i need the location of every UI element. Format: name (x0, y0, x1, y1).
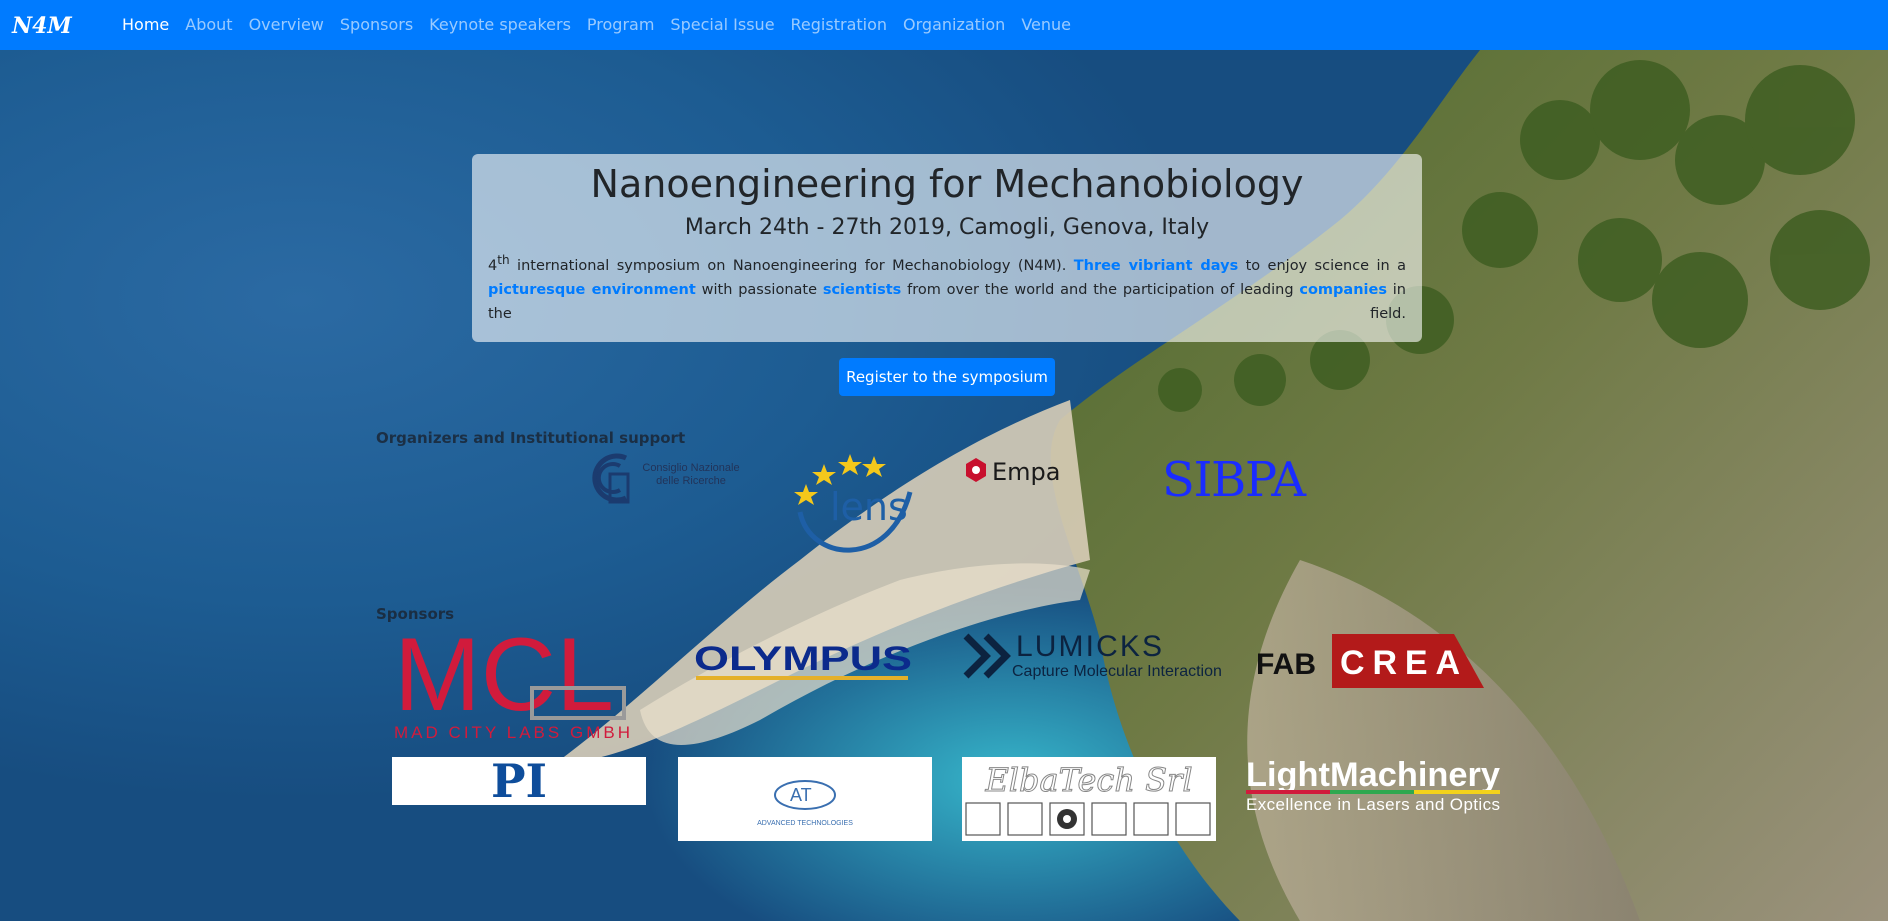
svg-text:ADVANCED TECHNOLOGIES: ADVANCED TECHNOLOGIES (757, 820, 853, 827)
event-description: 4th international symposium on Nanoengin… (488, 248, 1406, 326)
nav-item-organization[interactable]: Organization (895, 3, 1013, 47)
svg-text:ElbaTech Srl: ElbaTech Srl (984, 761, 1192, 799)
nav-item-overview[interactable]: Overview (241, 3, 332, 47)
svg-text:OLYMPUS: OLYMPUS (694, 640, 912, 678)
ordinal-number: 4 (488, 257, 498, 274)
svg-text:Capture Molecular Interactions: Capture Molecular Interactions (1012, 663, 1222, 680)
lens-logo[interactable]: lens (790, 452, 920, 572)
olympus-logo-icon: OLYMPUS (694, 640, 912, 680)
advanced-technologies-logo-icon: AT ADVANCED TECHNOLOGIES (757, 780, 853, 827)
svg-text:MAD CITY LABS GMBH: MAD CITY LABS GMBH (394, 723, 630, 742)
advanced-technologies-logo[interactable]: AT ADVANCED TECHNOLOGIES (678, 757, 932, 841)
svg-text:N4M: N4M (11, 13, 72, 39)
lightmachinery-logo[interactable]: LightMachinery Excellence in Lasers and … (1246, 754, 1502, 816)
elbatech-logo[interactable]: ElbaTech Srl (962, 757, 1216, 841)
mcl-logo-icon: MCL MAD CITY LABS GMBH (394, 628, 630, 742)
sibpa-logo[interactable]: SIBPA (1160, 452, 1310, 508)
nav-item-home[interactable]: Home (114, 3, 177, 47)
top-navbar: N4M Home About Overview Sponsors Keynote… (0, 0, 1888, 50)
description-text: with passionate (695, 281, 823, 298)
background-image (0, 0, 1888, 921)
pi-logo-text: PI (490, 754, 548, 808)
lumicks-logo-icon: LUMICKS Capture Molecular Interactions (963, 630, 1222, 680)
mcl-logo[interactable]: MCL MAD CITY LABS GMBH (392, 628, 638, 744)
description-text: from over the world and the participatio… (901, 281, 1300, 298)
page-title: Nanoengineering for Mechanobiology (590, 162, 1304, 206)
empa-logo[interactable]: Empa (962, 456, 1122, 502)
lens-logo-icon: lens (794, 454, 913, 553)
fabcrea-logo[interactable]: FAB CREA (1254, 632, 1484, 692)
svg-text:LUMICKS: LUMICKS (1016, 630, 1162, 663)
lightmachinery-logo-icon: LightMachinery Excellence in Lasers and … (1246, 756, 1500, 814)
svg-text:Excellence in Lasers and Optic: Excellence in Lasers and Optics (1246, 795, 1500, 814)
svg-text:Empa: Empa (992, 458, 1060, 486)
description-text: to enjoy science in a (1238, 257, 1406, 274)
svg-text:FAB: FAB (1256, 648, 1316, 681)
pi-logo[interactable]: PI (392, 757, 646, 805)
event-date-location: March 24th - 27th 2019, Camogli, Genova,… (684, 215, 1210, 240)
ordinal-suffix: th (497, 253, 510, 267)
nav-item-registration[interactable]: Registration (783, 3, 895, 47)
highlight-companies: companies (1299, 281, 1387, 298)
nav-menu: Home About Overview Sponsors Keynote spe… (114, 3, 1079, 47)
description-text: international symposium on Nanoengineeri… (509, 257, 1074, 274)
svg-text:SIBPA: SIBPA (1162, 452, 1307, 508)
n4m-logo-icon: N4M (11, 13, 72, 39)
elbatech-logo-icon: ElbaTech Srl (965, 761, 1211, 836)
nav-item-keynote-speakers[interactable]: Keynote speakers (421, 3, 579, 47)
hero-panel: Nanoengineering for Mechanobiology March… (472, 154, 1422, 342)
highlight-scientists: scientists (822, 281, 902, 298)
nav-item-venue[interactable]: Venue (1013, 3, 1079, 47)
brand-logo[interactable]: N4M (10, 10, 90, 40)
highlight-three-days: Three vibriant days (1073, 257, 1239, 274)
sponsors-heading: Sponsors (376, 605, 455, 623)
sibpa-logo-icon: SIBPA (1162, 452, 1307, 508)
lumicks-logo[interactable]: LUMICKS Capture Molecular Interactions (962, 626, 1222, 682)
svg-text:AT: AT (790, 785, 812, 805)
nav-item-sponsors[interactable]: Sponsors (332, 3, 421, 47)
cnr-logo-text: Consiglio Nazionale delle Ricerche (642, 462, 740, 487)
cnr-logo[interactable]: Consiglio Nazionale delle Ricerche (580, 452, 750, 504)
register-button[interactable]: Register to the symposium (839, 358, 1055, 396)
nav-item-about[interactable]: About (177, 3, 240, 47)
highlight-environment: picturesque environment (488, 281, 696, 298)
svg-text:lens: lens (830, 485, 908, 529)
olympus-logo[interactable]: OLYMPUS (692, 634, 918, 686)
organizers-heading: Organizers and Institutional support (376, 429, 686, 447)
svg-text:LightMachinery: LightMachinery (1246, 756, 1500, 794)
nav-item-special-issue[interactable]: Special Issue (662, 3, 782, 47)
empa-logo-icon: Empa (966, 458, 1060, 486)
nav-item-program[interactable]: Program (579, 3, 663, 47)
fabcrea-logo-icon: FAB CREA (1256, 634, 1484, 688)
